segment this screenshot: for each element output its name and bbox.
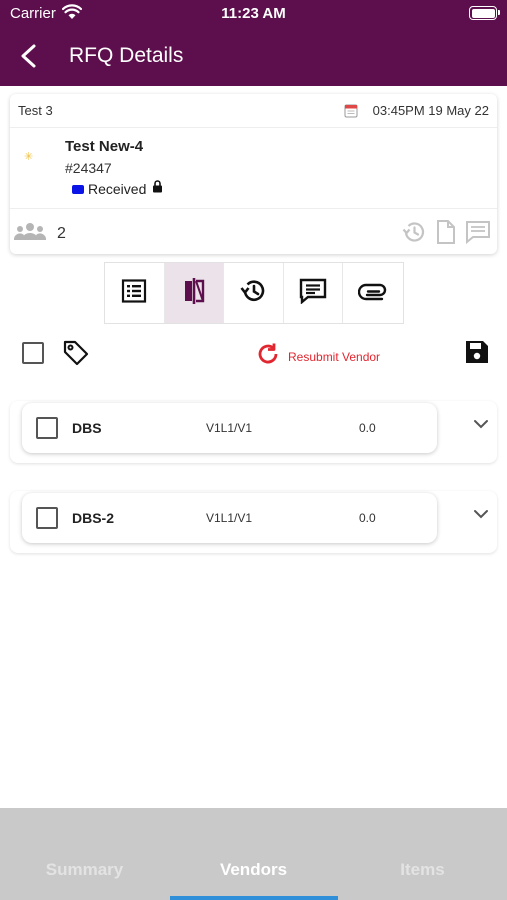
tab-compare-vendors[interactable] bbox=[164, 263, 225, 323]
user-count: 2 bbox=[57, 225, 66, 242]
list-icon bbox=[121, 278, 147, 308]
bottom-tab-bar: Summary Vendors Items bbox=[0, 808, 507, 900]
status-indicator bbox=[72, 184, 84, 194]
tag-icon[interactable] bbox=[62, 339, 90, 372]
item-number: #24347 bbox=[65, 160, 112, 176]
compare-icon bbox=[181, 277, 207, 310]
calendar-icon bbox=[344, 103, 358, 123]
tab-items[interactable]: Items bbox=[338, 808, 507, 900]
history-icon bbox=[239, 278, 267, 309]
vendor-version: V1L1/V1 bbox=[206, 511, 253, 525]
card-action-group bbox=[401, 219, 491, 245]
history-icon[interactable] bbox=[401, 219, 427, 245]
section-tab-bar bbox=[104, 262, 404, 324]
tab-history[interactable] bbox=[224, 263, 284, 323]
rfq-name: Test 3 bbox=[18, 103, 53, 118]
tab-details-list[interactable] bbox=[105, 263, 165, 323]
app-screen: Carrier 11:23 AM RFQ Details Test 3 03:4… bbox=[0, 0, 507, 900]
status-bar: Carrier 11:23 AM bbox=[0, 0, 507, 28]
attachment-icon bbox=[357, 281, 388, 306]
rfq-card: Test 3 03:45PM 19 May 22 ✳ Test New-4 #2… bbox=[10, 94, 497, 254]
rfq-datetime: 03:45PM 19 May 22 bbox=[372, 103, 489, 118]
comment-icon[interactable] bbox=[465, 219, 491, 245]
vendor-action-row: Resubmit Vendor bbox=[0, 336, 507, 372]
vendor-card: DBS V1L1/V1 0.0 bbox=[22, 403, 437, 453]
users-icon bbox=[13, 222, 47, 247]
vendor-row[interactable]: DBS V1L1/V1 0.0 bbox=[10, 401, 497, 463]
save-icon[interactable] bbox=[465, 340, 489, 369]
vendor-name: DBS-2 bbox=[72, 510, 115, 526]
tab-attachments[interactable] bbox=[343, 263, 403, 323]
document-icon[interactable] bbox=[433, 219, 459, 245]
clock-label: 11:23 AM bbox=[221, 5, 286, 22]
active-tab-indicator bbox=[170, 896, 338, 900]
comment-icon bbox=[299, 278, 327, 309]
header-bar: Carrier 11:23 AM RFQ Details bbox=[0, 0, 507, 86]
vendor-version: V1L1/V1 bbox=[206, 421, 253, 435]
tab-comments[interactable] bbox=[284, 263, 344, 323]
vendor-name: DBS bbox=[72, 420, 102, 436]
tab-summary[interactable]: Summary bbox=[0, 808, 169, 900]
chevron-down-icon[interactable] bbox=[472, 507, 490, 525]
refresh-icon bbox=[256, 342, 280, 371]
page-title: RFQ Details bbox=[69, 44, 184, 67]
vendor-value: 0.0 bbox=[359, 421, 376, 435]
vendor-checkbox[interactable] bbox=[36, 417, 58, 439]
battery-icon bbox=[469, 6, 500, 20]
resubmit-label: Resubmit Vendor bbox=[288, 349, 381, 364]
status-badge: Received bbox=[72, 180, 163, 198]
vendor-value: 0.0 bbox=[359, 511, 376, 525]
vendor-card: DBS-2 V1L1/V1 0.0 bbox=[22, 493, 437, 543]
back-button[interactable] bbox=[14, 40, 44, 72]
status-label: Received bbox=[88, 181, 147, 197]
resubmit-vendor-button[interactable]: Resubmit Vendor bbox=[256, 342, 380, 371]
chevron-down-icon[interactable] bbox=[472, 417, 490, 435]
item-title: Test New-4 bbox=[65, 138, 144, 155]
vendor-checkbox[interactable] bbox=[36, 507, 58, 529]
select-all-checkbox[interactable] bbox=[22, 342, 44, 364]
rfq-card-header: Test 3 03:45PM 19 May 22 bbox=[10, 94, 497, 128]
tab-vendors[interactable]: Vendors bbox=[169, 808, 338, 900]
sparkle-icon: ✳ bbox=[24, 151, 34, 163]
rfq-card-footer: 2 bbox=[10, 208, 497, 254]
lock-icon bbox=[152, 180, 163, 198]
vendor-row[interactable]: DBS-2 V1L1/V1 0.0 bbox=[10, 491, 497, 553]
